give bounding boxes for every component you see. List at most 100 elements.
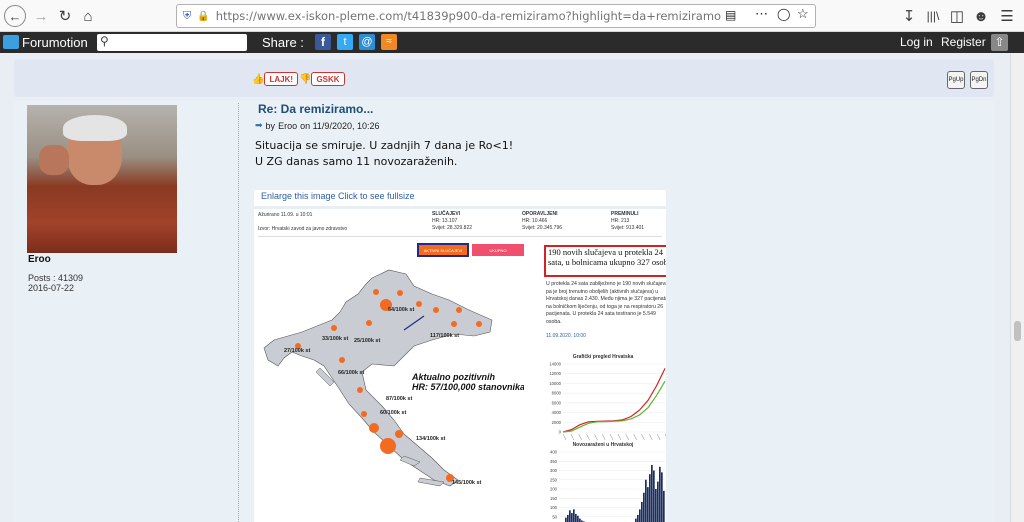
home-icon[interactable]: ⌂ (77, 5, 99, 27)
rss-icon[interactable]: ≈ (381, 34, 397, 50)
dislike-button[interactable]: 👎 GSKK (299, 72, 345, 86)
chart2-bar (645, 479, 647, 522)
county-marker (476, 321, 482, 327)
chart2-bar (643, 492, 645, 522)
county-marker (456, 307, 462, 313)
chart2-bar (659, 466, 661, 522)
chart1-x-tick (656, 433, 661, 441)
cases-label: SLUČAJEVI (432, 211, 461, 217)
lock-icon: 🔒 (197, 10, 210, 22)
chart2-bar (661, 472, 663, 522)
previous-post-footer: 👍 LAJK! 👎 GSKK PgUp PgDn (14, 59, 994, 97)
chart2-bar (637, 514, 639, 522)
account-icon[interactable]: ☻ (970, 5, 992, 27)
chart1-x-tick (602, 433, 606, 441)
chart1-y-tick: 0 (559, 430, 562, 435)
county-marker (361, 411, 367, 417)
recovered-world: Svijet: 20.345.796 (522, 225, 563, 231)
chart2-bar (569, 510, 571, 522)
scroll-top-icon[interactable]: ⇧ (991, 34, 1008, 51)
library-icon[interactable]: |||\ (922, 5, 944, 27)
email-icon[interactable]: @ (359, 34, 375, 50)
article-body: U protekla 24 sata zabilježeno je 190 no… (546, 281, 666, 325)
county-marker (366, 320, 372, 326)
browser-toolbar: ← → ↻ ⌂ ⛨ 🔒 https://www.ex-iskon-pleme.c… (0, 0, 1024, 32)
login-link[interactable]: Log in (900, 35, 933, 49)
chart1-x-tick (586, 433, 590, 441)
author-name[interactable]: Eroo (28, 254, 51, 265)
chart1-y-tick: 8000 (552, 391, 562, 396)
post-author-link[interactable]: Eroo (278, 121, 297, 131)
article-date: 11.09.2020. 10:00 (546, 333, 586, 339)
chart2-y-tick: 350 (550, 459, 558, 464)
pgup-button[interactable]: PgUp (947, 71, 965, 89)
post-title[interactable]: Re: Da remiziramo... (258, 102, 373, 116)
author-avatar[interactable] (27, 105, 177, 253)
chart-svg: Grafički pregled Hrvatska 0 2000 4000 6000 8… (549, 354, 666, 522)
sidebar-icon[interactable]: ◫ (946, 5, 968, 27)
chart1-x-tick (578, 433, 582, 441)
post-link-icon[interactable]: ➡ (255, 120, 263, 131)
croatia-map: 54/100k st 33/100k st 25/100k st 117/100… (263, 269, 524, 487)
map-caption-2: HR: 57/100,000 stanovnika (412, 382, 524, 392)
pgdn-button[interactable]: PgDn (970, 71, 988, 89)
map-label: 134/100k st (416, 436, 446, 442)
forumotion-brand[interactable]: Forumotion (22, 35, 88, 50)
pocket-icon[interactable]: ◯ (777, 7, 790, 21)
chart1-x-tick (641, 433, 645, 441)
menu-icon[interactable]: ☰ (996, 5, 1018, 27)
map-label: 66/100k st (338, 370, 364, 376)
twitter-icon[interactable]: t (337, 34, 353, 50)
chart1-x-tick (664, 433, 666, 437)
chart2-y-tick: 200 (550, 487, 558, 492)
page-scrollbar[interactable] (1010, 53, 1024, 522)
chart1-series-line (562, 380, 666, 433)
post-meta: ➡ by Eroo on 11/9/2020, 10:26 (255, 120, 380, 131)
headline-text: 190 novih slučajeva u protekla 24 sata, … (548, 247, 666, 267)
register-link[interactable]: Register (941, 35, 986, 49)
url-bar[interactable]: ⛨ 🔒 https://www.ex-iskon-pleme.com/t4183… (176, 4, 816, 28)
search-input[interactable]: ⚲ (97, 34, 247, 51)
map-caption-1: Aktualno pozitivnih (411, 372, 495, 382)
county-marker (433, 307, 439, 313)
reload-icon[interactable]: ↻ (54, 5, 76, 27)
chart1-x-tick (633, 433, 637, 441)
chart2-bar (579, 518, 581, 522)
source-text: Izvor: Hrvatski zavod za javno zdravstvo (258, 226, 348, 232)
chart2-y-tick: 150 (550, 496, 558, 501)
reader-view-icon[interactable]: ▤ (725, 8, 736, 22)
deaths-hr: HR: 213 (611, 218, 630, 224)
chart2-bar (655, 489, 657, 522)
post: Eroo Posts : 41309 2016-07-22 Re: Da rem… (14, 101, 994, 522)
chart1-x-tick (649, 433, 653, 441)
download-icon[interactable]: ↧ (898, 5, 920, 27)
chart2-bar (649, 474, 651, 522)
thumbs-down-icon: 👎 (299, 73, 312, 85)
map-label: 117/100k st (430, 333, 459, 339)
county-marker (397, 290, 403, 296)
back-icon[interactable]: ← (4, 5, 26, 27)
forumotion-bar: Forumotion ⚲ Share : f t @ ≈ Log in Regi… (0, 32, 1024, 53)
stats-divider (258, 236, 662, 237)
map-label: 25/100k st (354, 338, 380, 344)
map-label: 54/100k st (388, 307, 414, 313)
more-icon[interactable]: ⋯ (755, 6, 768, 22)
chart1-y-tick: 10000 (549, 381, 561, 386)
like-button[interactable]: 👍 LAJK! (252, 72, 299, 86)
thumbs-up-icon: 👍 (252, 73, 265, 85)
shield-icon: ⛨ (183, 9, 192, 22)
map-label: 87/100k st (386, 396, 412, 402)
enlarge-image-link[interactable]: Enlarge this image Click to see fullsize (261, 191, 415, 201)
chart2-bar (575, 513, 577, 522)
forward-icon[interactable]: → (30, 5, 52, 27)
url-text: https://www.ex-iskon-pleme.com/t41839p90… (215, 9, 722, 23)
scrollbar-thumb[interactable] (1014, 321, 1021, 341)
post-line-2: U ZG danas samo 11 novozaraženih. (255, 155, 458, 168)
chart2-y-tick: 300 (550, 468, 558, 473)
chart1-y-tick: 12000 (549, 371, 561, 376)
author-joined: 2016-07-22 (28, 283, 75, 293)
chart2-y-tick: 50 (552, 514, 557, 519)
bookmark-star-icon[interactable]: ☆ (797, 6, 809, 22)
facebook-icon[interactable]: f (315, 34, 331, 50)
share-label: Share : (262, 35, 304, 50)
